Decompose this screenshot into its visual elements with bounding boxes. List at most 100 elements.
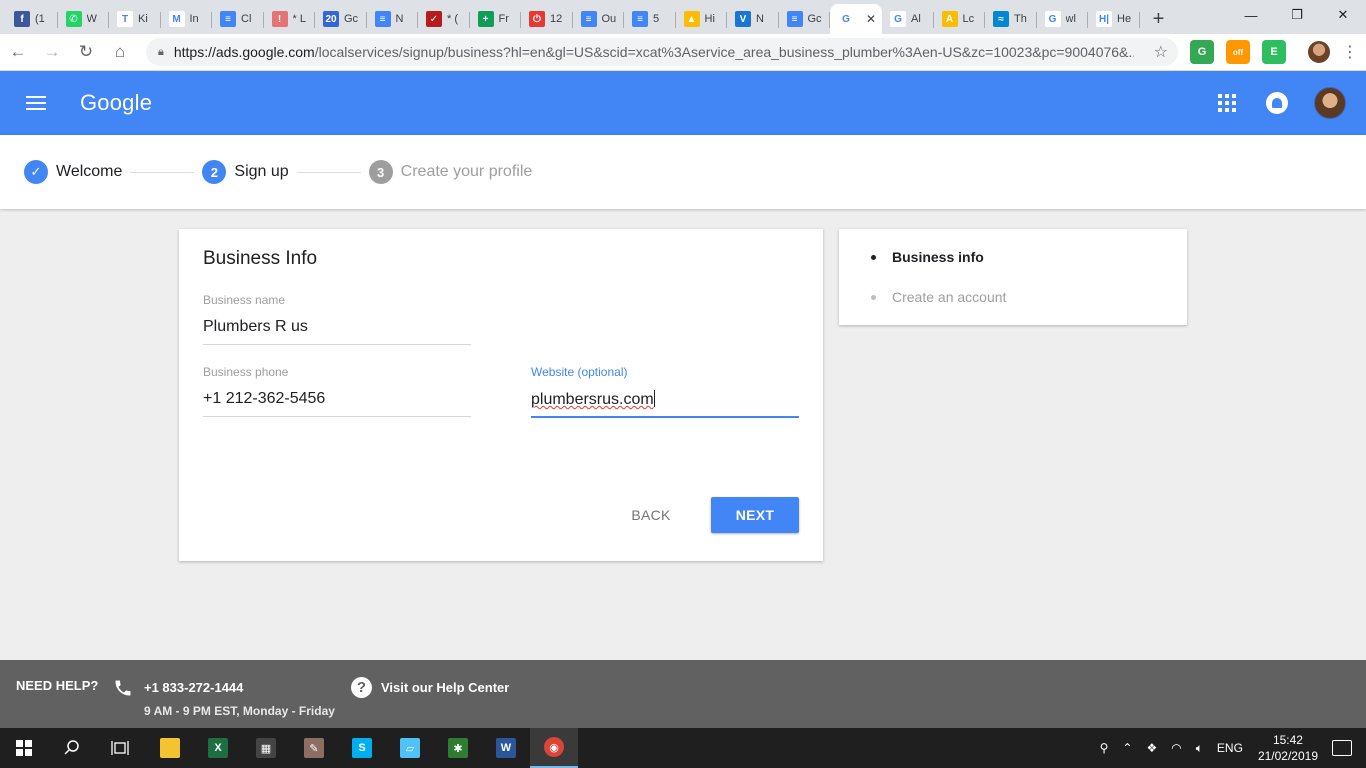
- browser-tab[interactable]: ≈ Th: [985, 4, 1037, 34]
- browser-tab[interactable]: ≡ 5: [624, 4, 676, 34]
- taskbar-app[interactable]: ✱: [434, 728, 482, 768]
- search-button[interactable]: [48, 728, 96, 768]
- step-3: 3 Create your profile: [368, 160, 533, 184]
- bookmark-star-icon[interactable]: ☆: [1154, 42, 1168, 62]
- reload-icon[interactable]: ↻: [70, 36, 102, 68]
- taskbar-app[interactable]: ▱: [386, 728, 434, 768]
- clock[interactable]: 15:42 21/02/2019: [1258, 732, 1318, 764]
- tab-title: wl: [1065, 13, 1076, 25]
- docs-icon: ≡: [374, 11, 391, 27]
- browser-menu-icon[interactable]: ⋮: [1342, 42, 1358, 62]
- taskbar-app[interactable]: ▦: [242, 728, 290, 768]
- back-button[interactable]: BACK: [619, 497, 683, 533]
- tab-title: Ki: [138, 13, 148, 25]
- notifications-bell-icon[interactable]: [1266, 92, 1288, 114]
- browser-tab[interactable]: ! * L: [264, 4, 316, 34]
- start-button[interactable]: [0, 728, 48, 768]
- step-label: Create your profile: [400, 163, 533, 180]
- taskbar-app[interactable]: ◉: [530, 728, 578, 768]
- show-hidden-icons-chevron-icon[interactable]: ⌃: [1122, 741, 1132, 755]
- wifi-icon[interactable]: ◠: [1171, 741, 1181, 755]
- volume-icon[interactable]: 🔈︎: [1196, 741, 1203, 756]
- people-icon[interactable]: ⚲: [1100, 741, 1109, 755]
- excel-icon: X: [208, 738, 228, 758]
- help-footer: NEED HELP? +1 833-272-1444 9 AM - 9 PM E…: [0, 660, 1366, 728]
- help-question-icon[interactable]: ?: [351, 677, 372, 698]
- browser-tab[interactable]: ≡ Cl: [212, 4, 264, 34]
- ext-maps-icon[interactable]: G: [1190, 40, 1214, 64]
- taskbar-app[interactable]: ✎: [290, 728, 338, 768]
- tab-title: * L: [292, 13, 306, 25]
- browser-tab-strip: f (1 ✆ W T Ki M In ≡ Cl! * L 20 Gc ≡ N ✓ * (+ Fr ⏻ 12 ≡ Ou ≡ 5 ▲…: [0, 0, 1366, 34]
- language-indicator[interactable]: ENG: [1217, 741, 1243, 755]
- address-bar[interactable]: 🔒︎ https://ads.google.com/localservices/…: [146, 38, 1178, 66]
- browser-tab[interactable]: + Fr: [470, 4, 522, 34]
- browser-tab[interactable]: H| He: [1088, 4, 1140, 34]
- browser-tab[interactable]: T Ki: [109, 4, 161, 34]
- browser-tab[interactable]: ✓ * (: [418, 4, 470, 34]
- gmail-icon: M: [168, 11, 185, 27]
- help-center-link[interactable]: Visit our Help Center: [381, 680, 509, 695]
- account-avatar[interactable]: [1314, 87, 1346, 119]
- browser-tab[interactable]: A Lc: [934, 4, 986, 34]
- browser-tab[interactable]: G Al: [882, 4, 934, 34]
- back-arrow-icon[interactable]: ←: [2, 36, 34, 68]
- close-tab-icon[interactable]: ✕: [866, 12, 876, 26]
- browser-tab[interactable]: G ✕: [830, 4, 882, 34]
- browser-tab[interactable]: 20 Gc: [315, 4, 367, 34]
- minimize-button[interactable]: —: [1228, 0, 1274, 30]
- notes-icon: ▱: [400, 738, 420, 758]
- word-icon: W: [496, 738, 516, 758]
- browser-tab[interactable]: ≡ Gc: [779, 4, 831, 34]
- business-phone-field[interactable]: Business phone +1 212-362-5456: [203, 365, 471, 417]
- apps-grid-icon[interactable]: [1218, 94, 1236, 112]
- business-phone-label: Business phone: [203, 365, 289, 379]
- browser-tab[interactable]: ⏻ 12: [521, 4, 573, 34]
- browser-tab[interactable]: Gwl: [1037, 4, 1089, 34]
- t-icon: T: [117, 11, 133, 27]
- app-header: Google: [0, 71, 1366, 135]
- google-icon: G: [838, 11, 854, 27]
- menu-icon[interactable]: [26, 96, 46, 110]
- browser-tab[interactable]: VN: [727, 4, 779, 34]
- taskbar-app[interactable]: [146, 728, 194, 768]
- forward-arrow-icon[interactable]: →: [36, 36, 68, 68]
- tab-title: 5: [653, 13, 660, 25]
- support-phone-link[interactable]: +1 833-272-1444: [144, 680, 243, 695]
- home-icon[interactable]: ⌂: [104, 36, 136, 68]
- tab-title: W: [86, 13, 97, 25]
- tab-title: In: [189, 13, 199, 25]
- ext-off-icon[interactable]: off: [1226, 40, 1250, 64]
- dropbox-icon[interactable]: ❖: [1146, 741, 1157, 755]
- wave-icon: ≈: [993, 11, 1009, 27]
- browser-tab[interactable]: ✆ W: [58, 4, 110, 34]
- new-tab-button[interactable]: +: [1144, 4, 1174, 34]
- business-phone-input[interactable]: +1 212-362-5456: [203, 390, 471, 412]
- action-center-icon[interactable]: [1332, 740, 1352, 756]
- tab-title: Al: [911, 13, 921, 25]
- checklist-icon: ✓: [426, 11, 442, 27]
- business-name-input[interactable]: Plumbers R us: [203, 318, 471, 340]
- taskbar-app[interactable]: X: [194, 728, 242, 768]
- close-window-button[interactable]: ✕: [1320, 0, 1366, 30]
- docs-icon: ≡: [580, 11, 597, 27]
- browser-tab[interactable]: ≡ N: [367, 4, 419, 34]
- browser-tab[interactable]: M In: [161, 4, 213, 34]
- browser-profile-avatar[interactable]: [1308, 41, 1330, 63]
- taskbar-app[interactable]: W: [482, 728, 530, 768]
- business-name-field[interactable]: Business name Plumbers R us: [203, 293, 471, 345]
- next-button[interactable]: NEXT: [711, 497, 799, 533]
- browser-tab[interactable]: ▲ Hi: [676, 4, 728, 34]
- google-logo: Google: [80, 90, 153, 115]
- browser-tab[interactable]: ≡ Ou: [573, 4, 625, 34]
- need-help-heading: NEED HELP?: [16, 678, 99, 693]
- evernote-icon[interactable]: E: [1262, 40, 1286, 64]
- taskbar-app[interactable]: S: [338, 728, 386, 768]
- business-name-label: Business name: [203, 293, 286, 307]
- website-field[interactable]: Website (optional) plumbersrus.com: [531, 365, 799, 418]
- restore-button[interactable]: ❐: [1274, 0, 1320, 30]
- windows-logo-icon: [16, 740, 32, 756]
- website-input[interactable]: plumbersrus.com: [531, 390, 799, 412]
- task-view-button[interactable]: [96, 728, 144, 768]
- browser-tab[interactable]: f (1: [6, 4, 58, 34]
